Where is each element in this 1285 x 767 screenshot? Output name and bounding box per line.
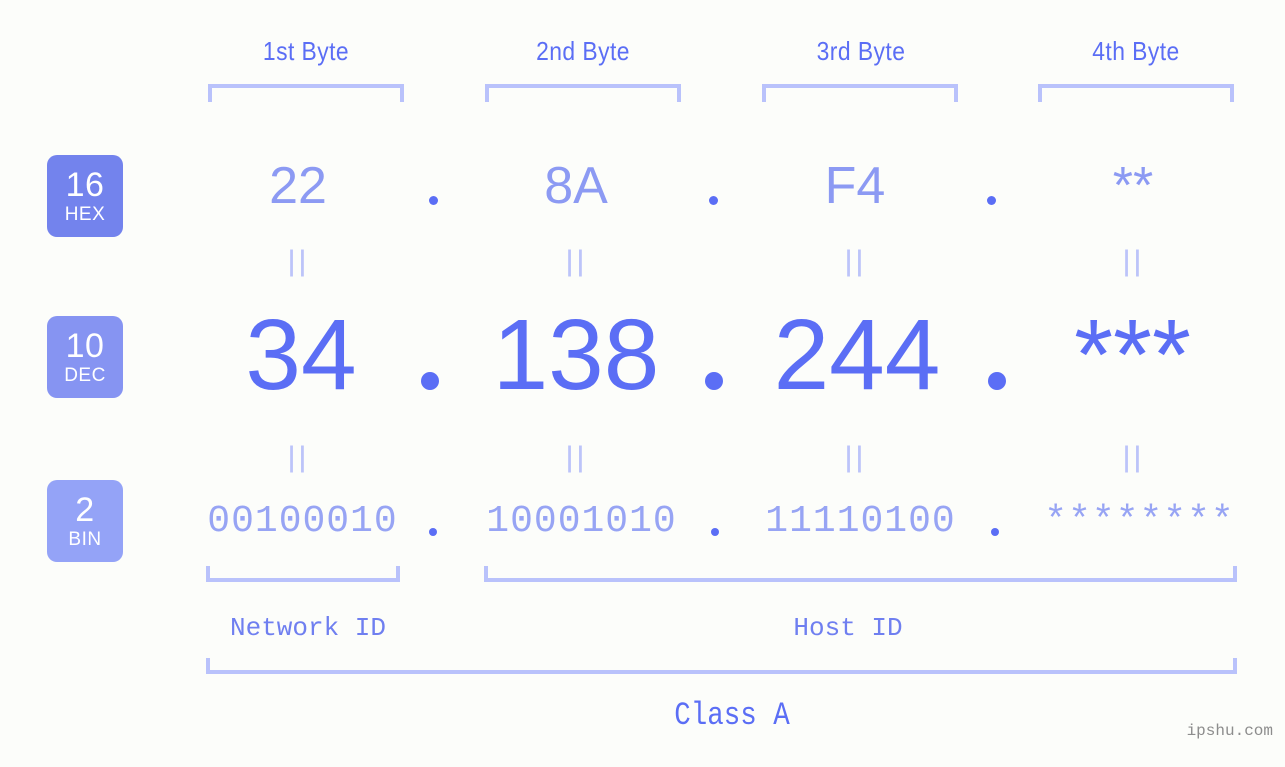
hex-octet-2: 8A: [544, 157, 608, 215]
equals-mark-dec-bin-4: ||: [1122, 440, 1144, 474]
address-class-label: Class A: [674, 697, 790, 734]
bin-octet-1: 00100010: [207, 500, 398, 543]
address-class-bracket: [206, 658, 1237, 674]
dec-octet-3: 244: [773, 299, 941, 411]
equals-mark-hex-dec-2: ||: [565, 244, 587, 278]
equals-mark-dec-bin-3: ||: [844, 440, 866, 474]
host-id-label: Host ID: [793, 613, 903, 643]
base-badge-hex-number: 16: [65, 166, 105, 204]
byte-bracket-4: [1038, 84, 1234, 102]
host-id-bracket: [484, 566, 1237, 582]
byte-header-1: 1st Byte: [262, 36, 350, 66]
equals-mark-dec-bin-1: ||: [287, 440, 309, 474]
base-badge-hex-label: HEX: [64, 204, 106, 225]
ip-address-diagram: 1st Byte 2nd Byte 3rd Byte 4th Byte 16 H…: [0, 0, 1285, 767]
bin-separator-dot-1: [429, 528, 437, 536]
hex-octet-3: F4: [824, 157, 886, 215]
byte-bracket-2: [485, 84, 681, 102]
equals-mark-hex-dec-1: ||: [287, 244, 309, 278]
dec-octet-1: 34: [245, 299, 357, 411]
byte-header-4: 4th Byte: [1092, 36, 1180, 66]
base-badge-dec-number: 10: [65, 327, 105, 365]
hex-octet-4: **: [1112, 157, 1154, 215]
equals-mark-hex-dec-4: ||: [1122, 244, 1144, 278]
hex-separator-dot-2: [709, 196, 718, 205]
dec-separator-dot-2: [705, 372, 723, 390]
bin-separator-dot-2: [711, 528, 719, 536]
equals-mark-dec-bin-2: ||: [565, 440, 587, 474]
byte-header-3: 3rd Byte: [816, 36, 906, 66]
bin-octet-3: 11110100: [765, 500, 956, 543]
byte-bracket-3: [762, 84, 958, 102]
dec-separator-dot-1: [421, 372, 439, 390]
base-badge-bin-number: 2: [75, 491, 95, 529]
bin-octet-4: ********: [1044, 500, 1235, 543]
byte-bracket-1: [208, 84, 404, 102]
base-badge-hex: 16 HEX: [47, 155, 123, 237]
byte-header-2: 2nd Byte: [536, 36, 630, 66]
network-id-label: Network ID: [229, 613, 387, 643]
base-badge-bin-label: BIN: [68, 529, 102, 550]
base-badge-dec: 10 DEC: [47, 316, 123, 398]
dec-separator-dot-3: [988, 372, 1006, 390]
network-id-bracket: [206, 566, 400, 582]
bin-separator-dot-3: [991, 528, 999, 536]
dec-octet-2: 138: [492, 299, 660, 411]
hex-separator-dot-1: [429, 196, 438, 205]
base-badge-bin: 2 BIN: [47, 480, 123, 562]
dec-octet-4: ***: [1074, 299, 1191, 411]
bin-octet-2: 10001010: [486, 500, 677, 543]
site-watermark: ipshu.com: [1186, 722, 1273, 740]
hex-octet-1: 22: [269, 157, 327, 215]
hex-separator-dot-3: [987, 196, 996, 205]
equals-mark-hex-dec-3: ||: [844, 244, 866, 278]
base-badge-dec-label: DEC: [64, 365, 106, 386]
